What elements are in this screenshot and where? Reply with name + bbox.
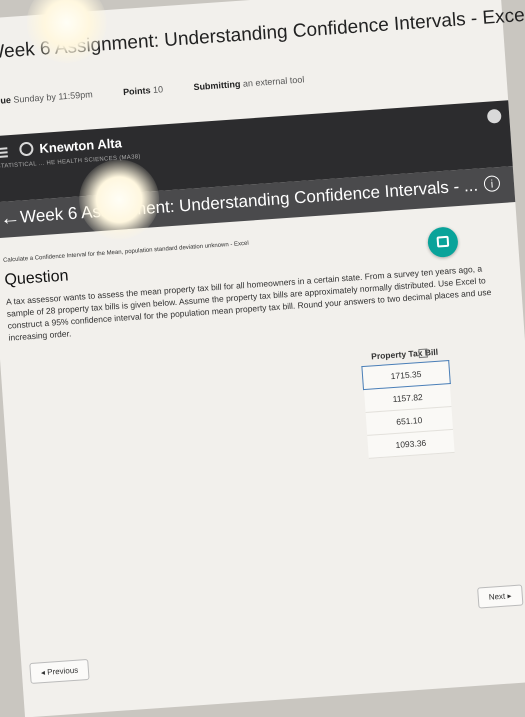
assignment-meta: Due Sunday by 11:59pm Points 10 Submitti… [0, 72, 333, 106]
chat-button[interactable] [426, 226, 459, 259]
knewton-logo-icon [18, 141, 34, 157]
info-icon[interactable]: i [483, 175, 501, 193]
due-value: Sunday by 11:59pm [13, 89, 94, 105]
due-label: Due [0, 94, 12, 107]
submitting-value: an external tool [242, 74, 305, 89]
user-avatar-icon[interactable] [486, 108, 502, 124]
data-table: Property Tax Bill 1715.35 1157.82 651.10… [360, 342, 456, 459]
question-breadcrumb: Calculate a Confidence Interval for the … [2, 240, 249, 264]
points-value: 10 [152, 84, 164, 95]
next-button[interactable]: Next ▸ [477, 584, 524, 609]
chat-icon [436, 235, 450, 248]
copy-icon[interactable] [418, 348, 428, 359]
points-label: Points [122, 85, 151, 98]
question-heading: Question [3, 267, 69, 289]
hamburger-icon[interactable] [0, 147, 8, 159]
brand-name: Knewton Alta [38, 135, 123, 157]
back-arrow-icon[interactable]: ← [0, 207, 21, 231]
table-cell[interactable]: 1093.36 [366, 429, 456, 459]
submitting-label: Submitting [193, 78, 241, 93]
question-text: A tax assessor wants to assess the mean … [5, 263, 492, 343]
screen: Week 6 Assignment: Understanding Confide… [0, 0, 525, 717]
previous-button[interactable]: ◂ Previous [29, 658, 90, 684]
